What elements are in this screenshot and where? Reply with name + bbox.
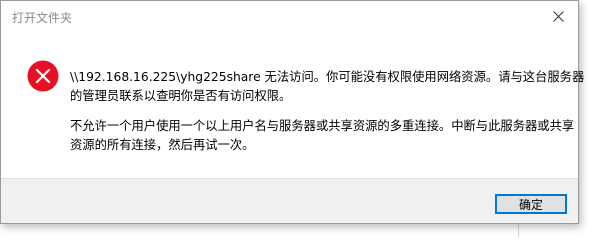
error-message-secondary: 不允许一个用户使用一个以上用户名与服务器或共享资源的多重连接。中断与此服务器或共… [70,117,575,155]
close-icon [552,11,564,22]
message-line: 不允许一个用户使用一个以上用户名与服务器或共享资源的多重连接。中断与此服务器或共… [70,119,575,133]
error-icon [27,60,59,92]
message-line: 资源的所有连接，然后再试一次。 [70,138,255,152]
dialog-footer: 确定 [1,178,578,223]
ok-button[interactable]: 确定 [495,194,567,214]
close-button[interactable] [538,1,578,32]
dialog-titlebar: 打开文件夹 [1,1,578,32]
error-dialog: 打开文件夹 \\192.168.16.225\yhg225share 无法访问。… [0,0,585,224]
dialog-content: \\192.168.16.225\yhg225share 无法访问。你可能没有权… [1,32,585,178]
dialog-title: 打开文件夹 [12,11,73,25]
error-message-primary: \\192.168.16.225\yhg225share 无法访问。你可能没有权… [70,68,585,106]
message-line: \\192.168.16.225\yhg225share 无法访问。你可能没有权… [70,70,585,84]
message-line: 的管理员联系以查明你是否有访问权限。 [70,89,292,103]
